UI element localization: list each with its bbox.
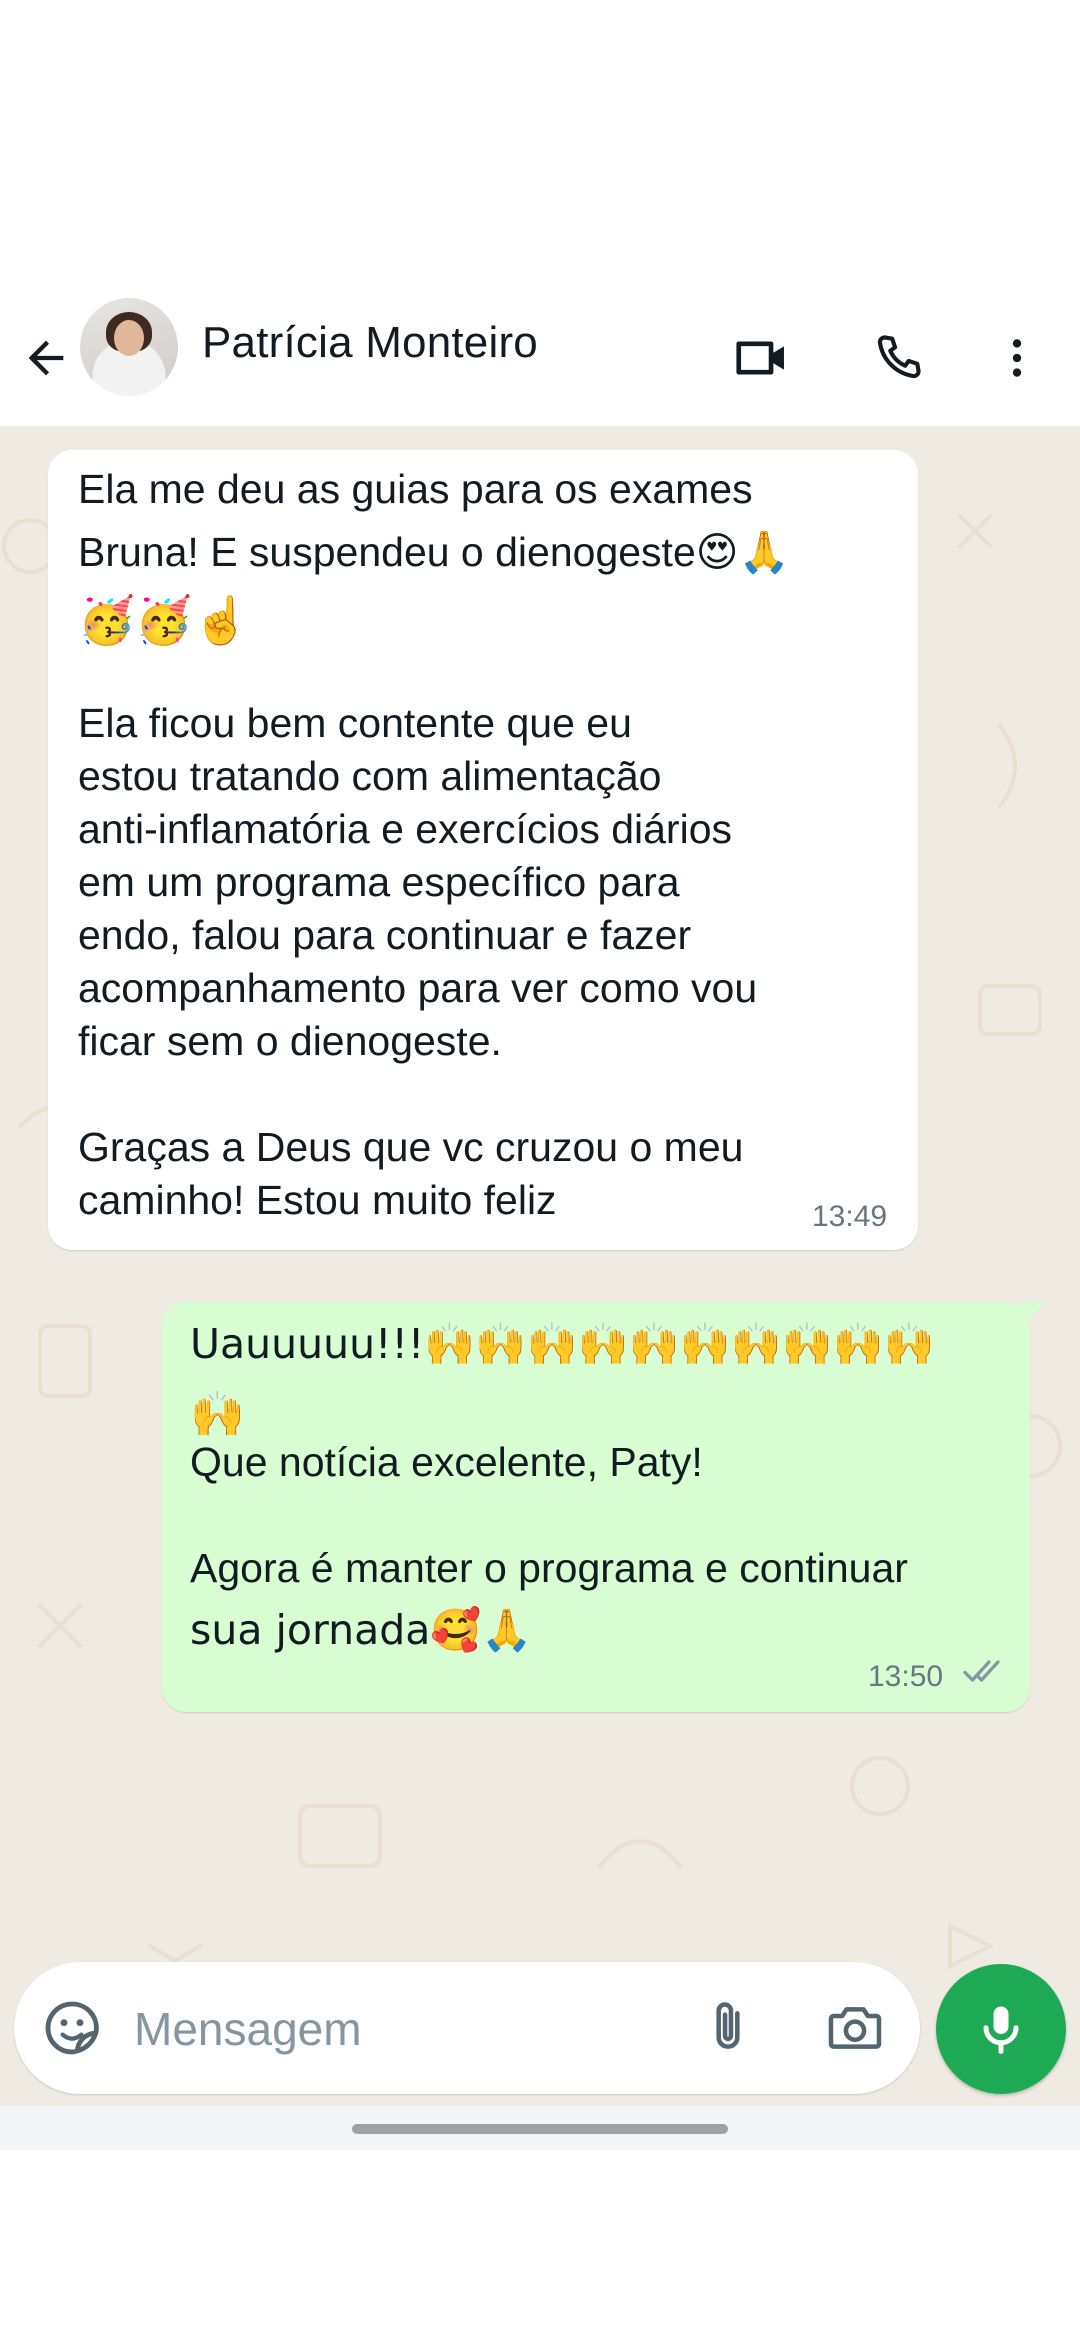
contact-avatar[interactable]: [80, 298, 178, 396]
message-timestamp: 13:50: [868, 1660, 944, 1693]
message-line: acompanhamento para ver como vou: [78, 965, 758, 1011]
more-options-button[interactable]: [982, 322, 1052, 394]
message-line: Que notícia excelente, Paty!: [190, 1439, 703, 1485]
message-line: Bruna! E suspendeu o dienogeste😍🙏: [78, 529, 790, 575]
message-line: Graças a Deus que vc cruzou o meu: [78, 1124, 744, 1170]
message-line: endo, falou para continuar e fazer: [78, 912, 692, 958]
double-check-icon: [963, 1660, 1000, 1682]
camera-icon: [828, 2007, 882, 2049]
message-line: ficar sem o dienogeste.: [78, 1018, 502, 1064]
outgoing-message[interactable]: Uauuuuu!!!🙌🙌🙌🙌🙌🙌🙌🙌🙌🙌 🙌 Que notícia excel…: [162, 1302, 1030, 1712]
chat-area[interactable]: Ela me deu as guias para os exames Bruna…: [0, 426, 1080, 2106]
message-line: Ela ficou bem contente que eu: [78, 700, 632, 746]
paperclip-icon: [716, 2002, 740, 2049]
incoming-message[interactable]: Ela me deu as guias para os exames Bruna…: [48, 450, 918, 1250]
gesture-handle[interactable]: [352, 2124, 728, 2134]
message-line: sua jornada🥰🙏: [190, 1606, 533, 1654]
message-line: em um programa específico para: [78, 859, 680, 905]
message-input[interactable]: Mensagem: [134, 2002, 362, 2056]
phone-icon: [877, 335, 921, 379]
attach-button[interactable]: [696, 1996, 760, 2060]
message-line: 🙌: [190, 1389, 245, 1440]
message-line: Agora é manter o programa e continuar: [190, 1545, 908, 1591]
video-call-icon: [736, 341, 784, 375]
voice-call-button[interactable]: [862, 322, 934, 394]
contact-name[interactable]: Patrícia Monteiro: [202, 318, 538, 368]
video-call-button[interactable]: [726, 322, 798, 394]
message-timestamp: 13:49: [812, 1200, 888, 1233]
more-vertical-icon: [1012, 339, 1022, 377]
arrow-left-icon: [28, 340, 64, 376]
voice-message-button[interactable]: [936, 1964, 1066, 2094]
message-composer: Mensagem: [14, 1962, 920, 2094]
bottom-blank: [0, 2150, 1080, 2340]
sticker-icon: [45, 2001, 99, 2055]
message-line: 🥳🥳☝️: [78, 593, 250, 647]
microphone-icon: [983, 2006, 1019, 2054]
status-area-blank: [0, 0, 1080, 290]
camera-button[interactable]: [822, 1996, 890, 2060]
message-line: anti-inflamatória e exercícios diários: [78, 806, 732, 852]
message-line: Uauuuuu!!!🙌🙌🙌🙌🙌🙌🙌🙌🙌🙌: [190, 1320, 935, 1368]
message-line: caminho! Estou muito feliz: [78, 1177, 557, 1223]
message-line: estou tratando com alimentação: [78, 753, 662, 799]
emoji-sticker-button[interactable]: [40, 1996, 104, 2060]
message-line: Ela me deu as guias para os exames: [78, 466, 753, 512]
back-button[interactable]: [14, 326, 78, 390]
